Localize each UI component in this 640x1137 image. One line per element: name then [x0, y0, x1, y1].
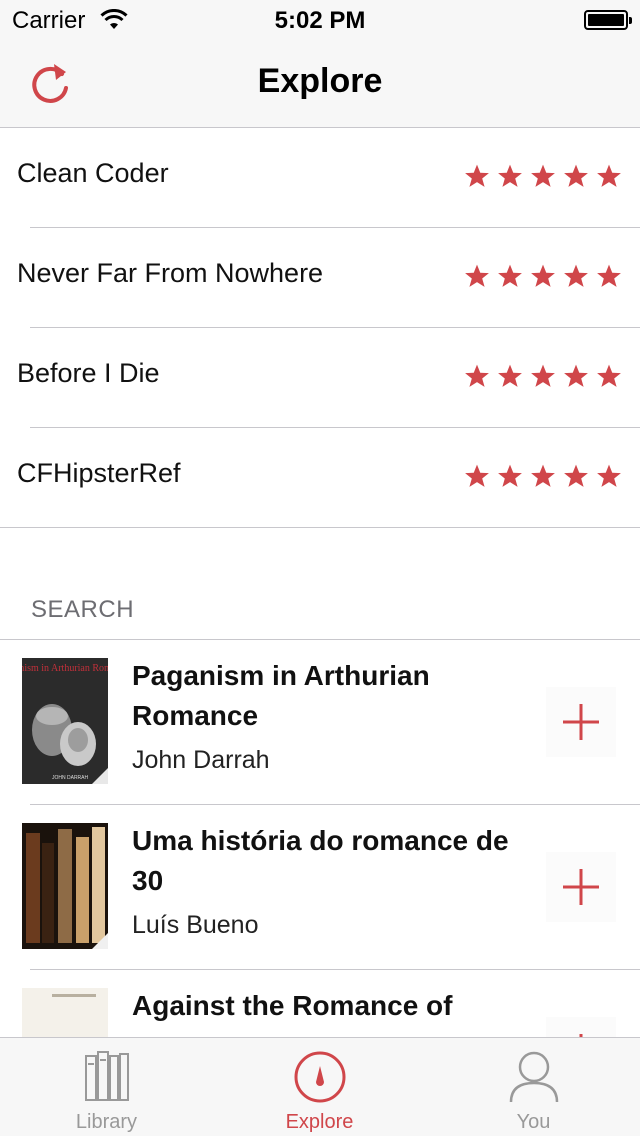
status-bar: Carrier 5:02 PM	[0, 0, 640, 40]
star-icon	[498, 264, 522, 287]
tab-library[interactable]: Library	[0, 1038, 213, 1137]
list-item[interactable]: Before I Die	[0, 328, 640, 428]
compass-icon	[294, 1051, 345, 1103]
star-icon	[597, 264, 621, 287]
tab-label: Library	[75, 1111, 138, 1133]
search-result-item[interactable]: Paganism in Arthurian Romance JOHN DARRA…	[0, 640, 640, 805]
status-time: 5:02 PM	[274, 7, 366, 34]
star-icon	[597, 164, 621, 187]
book-title: Before I Die	[17, 358, 160, 388]
book-title: Against the Romance of	[132, 990, 453, 1021]
person-icon	[509, 1051, 558, 1103]
cover-author: JOHN DARRAH	[52, 775, 89, 781]
book-cover-image	[22, 823, 108, 949]
star-icon	[564, 464, 588, 487]
star-icon	[498, 364, 522, 387]
book-title: Never Far From Nowhere	[17, 258, 324, 288]
star-icon	[531, 264, 555, 287]
tab-bar: Library Explore You	[0, 1037, 640, 1136]
book-author: John Darrah	[132, 746, 270, 774]
star-icon	[564, 364, 588, 387]
section-header-search: SEARCH	[31, 596, 135, 623]
tab-label: You	[516, 1111, 551, 1133]
star-icon	[531, 464, 555, 487]
add-button[interactable]	[546, 687, 616, 757]
star-icon	[597, 364, 621, 387]
star-icon	[531, 164, 555, 187]
star-icon	[564, 164, 588, 187]
book-title: Uma história do romance de 30	[132, 825, 509, 896]
star-rating	[464, 463, 622, 489]
star-icon	[498, 464, 522, 487]
library-icon	[84, 1051, 129, 1101]
star-icon	[498, 164, 522, 187]
star-rating	[464, 263, 622, 289]
star-icon	[465, 464, 489, 487]
search-result-item[interactable]: Uma história do romance de 30 Luís Bueno	[0, 805, 640, 970]
cover-title: Paganism in Arthurian Romance	[22, 663, 108, 674]
book-title: Clean Coder	[17, 158, 169, 188]
book-title: CFHipsterRef	[17, 458, 181, 488]
battery-icon	[584, 10, 632, 30]
star-icon	[597, 464, 621, 487]
tab-explore[interactable]: Explore	[213, 1038, 426, 1137]
plus-icon	[563, 704, 599, 740]
explore-list: Clean Coder Never Far From Nowhere Befor…	[0, 128, 640, 528]
book-cover-image: Paganism in Arthurian Romance JOHN DARRA…	[22, 658, 108, 784]
star-icon	[531, 364, 555, 387]
navigation-bar: Carrier 5:02 PM Explore	[0, 0, 640, 128]
star-icon	[564, 264, 588, 287]
row-separator	[0, 527, 640, 528]
list-item[interactable]: Never Far From Nowhere	[0, 228, 640, 328]
page-title: Explore	[257, 62, 383, 100]
star-rating	[464, 363, 622, 389]
list-item[interactable]: Clean Coder	[0, 128, 640, 228]
star-rating	[464, 163, 622, 189]
star-icon	[465, 364, 489, 387]
book-title: Paganism in Arthurian Romance	[132, 660, 430, 731]
plus-icon	[563, 869, 599, 905]
tab-you[interactable]: You	[427, 1038, 640, 1137]
book-author: Luís Bueno	[132, 911, 259, 939]
tab-label: Explore	[285, 1111, 354, 1133]
add-button[interactable]	[546, 852, 616, 922]
list-item[interactable]: CFHipsterRef	[0, 428, 640, 528]
star-icon	[465, 264, 489, 287]
star-icon	[465, 164, 489, 187]
